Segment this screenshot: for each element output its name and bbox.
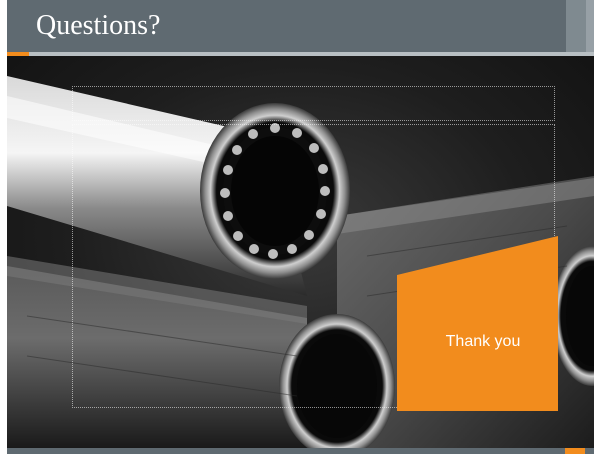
accent-tick-right	[565, 448, 585, 454]
presentation-slide: Questions? Thank you	[0, 0, 601, 454]
thank-you-callout: Thank you	[397, 236, 558, 411]
title-band-accent-light	[586, 0, 594, 52]
slide-title: Questions?	[36, 10, 161, 41]
callout-shape	[397, 236, 558, 411]
title-placeholder-box	[72, 86, 555, 121]
bottom-band	[7, 448, 594, 454]
callout-text: Thank you	[445, 333, 521, 350]
